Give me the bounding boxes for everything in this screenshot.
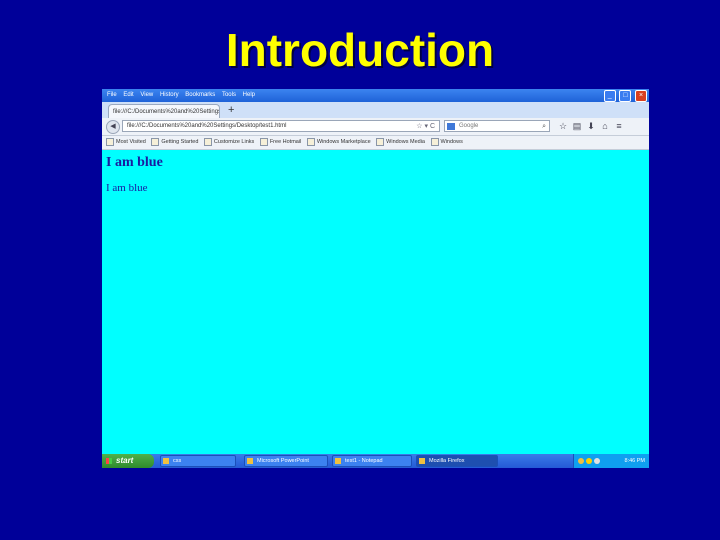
bookmark-label: Windows Media — [386, 139, 425, 145]
bookmark-item[interactable]: Getting Started — [151, 136, 198, 149]
tab-bar: file:///C:/Documents%20and%20Settings/ + — [102, 102, 649, 118]
bookmark-label: Customize Links — [213, 139, 255, 145]
back-arrow-icon[interactable]: ◀ — [106, 120, 120, 134]
menu-edit[interactable]: Edit — [123, 89, 133, 102]
bookmark-item[interactable]: Free Hotmail — [259, 136, 302, 149]
taskbar-item-label: test1 - Notepad — [345, 458, 383, 464]
bookmark-label: Getting Started — [161, 139, 199, 145]
bookmark-icon — [306, 137, 315, 146]
bookmark-label: Windows Marketplace — [316, 139, 371, 145]
bookmark-star-icon[interactable]: ☆ — [556, 120, 570, 133]
navigation-bar: ◀ file:///C:/Documents%20and%20Settings/… — [102, 118, 649, 136]
taskbar-item[interactable]: test1 - Notepad — [332, 455, 412, 467]
bookmark-item[interactable]: Most Visited — [106, 136, 146, 149]
toolbar-icons: ☆ ▤ ⬇ ⌂ ≡ — [556, 120, 626, 133]
menu-tools[interactable]: Tools — [222, 89, 236, 102]
taskbar-item-label: Microsoft PowerPoint — [257, 458, 309, 464]
menu-history[interactable]: History — [160, 89, 179, 102]
start-button[interactable]: start — [102, 454, 154, 468]
taskbar-item[interactable]: Microsoft PowerPoint — [244, 455, 328, 467]
tray-shield-icon[interactable] — [578, 458, 584, 464]
page-paragraph: I am blue — [106, 182, 148, 194]
address-text: file:///C:/Documents%20and%20Settings/De… — [127, 123, 287, 129]
tray-network-icon[interactable] — [594, 458, 600, 464]
menu-icon[interactable]: ≡ — [612, 120, 626, 133]
address-bar[interactable]: file:///C:/Documents%20and%20Settings/De… — [122, 120, 440, 132]
windows-logo-icon — [106, 458, 112, 464]
bookmark-icon — [106, 137, 114, 146]
slide-title: Introduction — [225, 24, 495, 76]
bookmark-label: Free Hotmail — [269, 139, 302, 145]
bookmark-icon — [203, 137, 212, 146]
clock: 8:46 PM — [624, 458, 645, 464]
search-icon[interactable]: ⌕ — [542, 121, 546, 132]
search-placeholder: Google — [459, 123, 479, 129]
restore-button[interactable]: □ — [619, 90, 632, 102]
menu-view[interactable]: View — [140, 89, 153, 102]
home-icon[interactable]: ⌂ — [598, 120, 612, 133]
start-label: start — [116, 456, 134, 465]
bookmark-icon — [376, 137, 385, 146]
notepad-icon — [335, 458, 341, 464]
tray-info-icon[interactable] — [586, 458, 592, 464]
search-input[interactable]: Google ⌕ — [444, 120, 550, 132]
menu-bookmarks[interactable]: Bookmarks — [185, 89, 215, 102]
folder-icon — [163, 458, 169, 464]
bookmark-item[interactable]: Windows — [430, 136, 463, 149]
system-tray: 8:46 PM — [573, 454, 649, 468]
bookmarks-list-icon[interactable]: ▤ — [570, 120, 584, 133]
menu-bar: File Edit View History Bookmarks Tools H… — [102, 89, 649, 102]
menu-file[interactable]: File — [107, 89, 117, 102]
menu-help[interactable]: Help — [243, 89, 255, 102]
browser-tab[interactable]: file:///C:/Documents%20and%20Settings/ — [108, 104, 220, 118]
reload-icon[interactable]: ☆ ▾ C — [416, 121, 435, 131]
screenshot-frame: File Edit View History Bookmarks Tools H… — [102, 89, 649, 468]
powerpoint-icon — [247, 458, 253, 464]
page-heading: I am blue — [106, 155, 163, 170]
bookmark-icon — [430, 137, 439, 146]
firefox-icon — [419, 458, 425, 464]
taskbar-item-label: css — [173, 458, 182, 464]
bookmark-icon — [259, 137, 268, 146]
bookmark-label: Windows — [440, 139, 463, 145]
download-icon[interactable]: ⬇ — [584, 120, 598, 133]
bookmark-item[interactable]: Customize Links — [203, 136, 255, 149]
bookmarks-toolbar: Most Visited Getting Started Customize L… — [102, 136, 649, 150]
close-button[interactable]: × — [635, 90, 647, 102]
taskbar: start css Microsoft PowerPoint test1 - N… — [102, 454, 649, 468]
page-content: I am blue I am blue — [102, 150, 649, 454]
taskbar-item[interactable]: Mozilla Firefox — [416, 455, 498, 467]
bookmark-icon — [151, 137, 160, 146]
taskbar-item[interactable]: css — [160, 455, 236, 467]
bookmark-item[interactable]: Windows Media — [376, 136, 425, 149]
bookmark-label: Most Visited — [116, 139, 146, 145]
bookmark-item[interactable]: Windows Marketplace — [306, 136, 371, 149]
google-icon[interactable] — [447, 123, 455, 130]
minimize-button[interactable]: _ — [603, 90, 616, 102]
new-tab-button[interactable]: + — [228, 103, 234, 117]
taskbar-item-label: Mozilla Firefox — [429, 458, 465, 464]
